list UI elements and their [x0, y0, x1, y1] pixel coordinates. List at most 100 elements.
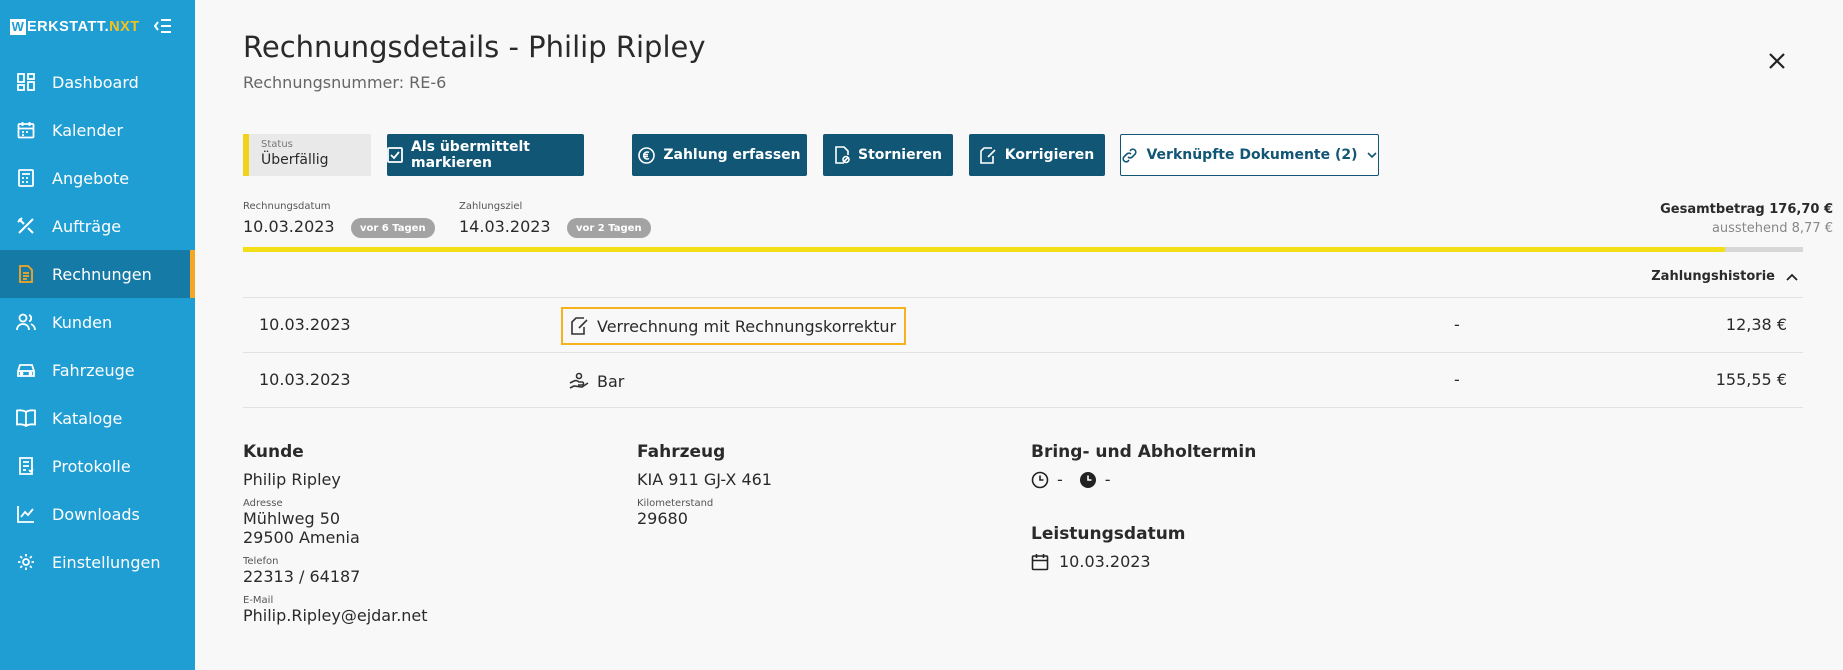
vehicle-section: Fahrzeug KIA 911 GJ-X 461 Kilometerstand… [637, 442, 772, 528]
sidebar-item-kalender[interactable]: Kalender [0, 106, 195, 154]
customer-email: Philip.Ripley@ejdar.net [243, 606, 428, 625]
sidebar-item-fahrzeuge[interactable]: Fahrzeuge [0, 346, 195, 394]
invoice-totals: Gesamtbetrag 176,70 € ausstehend 8,77 € [1660, 202, 1833, 236]
invoice-number: Rechnungsnummer: RE-6 [243, 73, 447, 92]
sidebar-item-label: Angebote [52, 168, 130, 188]
sidebar-item-label: Dashboard [52, 72, 139, 92]
page-title: Rechnungsdetails - Philip Ripley [243, 30, 706, 64]
email-label: E-Mail [243, 595, 274, 606]
payment-method[interactable]: Bar [561, 362, 632, 400]
payment-date: 10.03.2023 [259, 370, 351, 389]
dashboard-icon [16, 72, 36, 92]
vehicle-mileage: 29680 [637, 509, 688, 528]
pickup-time: - [1104, 470, 1111, 489]
sidebar-item-dashboard[interactable]: Dashboard [0, 58, 195, 106]
payment-row: 10.03.2023 Bar - 155,55 € [243, 353, 1803, 408]
chevron-down-icon [1366, 152, 1377, 159]
sidebar-item-kunden[interactable]: Kunden [0, 298, 195, 346]
sidebar-item-auftraege[interactable]: Aufträge [0, 202, 195, 250]
outstanding-amount: ausstehend 8,77 € [1711, 221, 1833, 236]
status-label: Status [261, 139, 293, 150]
sidebar-item-kataloge[interactable]: Kataloge [0, 394, 195, 442]
sidebar-item-downloads[interactable]: Downloads [0, 490, 195, 538]
chart-line-icon [16, 504, 36, 524]
customer-street: Mühlweg 50 [243, 509, 341, 528]
document-cancel-icon [835, 146, 850, 164]
calculator-icon [16, 168, 36, 188]
service-date-section: Leistungsdatum 10.03.2023 [1031, 524, 1186, 571]
tools-icon [16, 216, 36, 236]
logo-mark: W [10, 19, 26, 35]
payment-history-header[interactable]: Zahlungshistorie [243, 262, 1803, 298]
sidebar-item-protokolle[interactable]: Protokolle [0, 442, 195, 490]
calendar-icon [16, 120, 36, 140]
sidebar-item-einstellungen[interactable]: Einstellungen [0, 538, 195, 586]
payment-amount: 12,38 € [1725, 315, 1787, 334]
calendar-icon [1031, 553, 1049, 570]
checkbox-icon [387, 147, 403, 163]
appointment-section: Bring- und Abholtermin - - [1031, 442, 1256, 489]
bring-time: - [1057, 470, 1063, 489]
document-edit-icon [979, 146, 996, 164]
mark-sent-label: Als übermittelt markieren [411, 139, 530, 171]
logo-text: ERKSTATT. [27, 19, 110, 35]
customer-city: 29500 Amenia [243, 528, 360, 547]
sidebar-item-label: Kunden [52, 312, 113, 332]
sidebar-nav: Dashboard Kalender Angebote Aufträge Rec… [0, 58, 195, 586]
document-edit-icon [571, 317, 588, 335]
invoice-date-ago-badge: vor 6 Tagen [351, 218, 435, 238]
mark-sent-button[interactable]: Als übermittelt markieren [387, 134, 584, 176]
clock-outline-icon [1031, 471, 1049, 488]
vehicle-name: KIA 911 GJ-X 461 [637, 470, 772, 489]
sidebar-item-label: Aufträge [52, 216, 122, 236]
main-content: Rechnungsdetails - Philip Ripley Rechnun… [195, 0, 1843, 670]
customer-name: Philip Ripley [243, 470, 341, 489]
total-amount: Gesamtbetrag 176,70 € [1660, 202, 1833, 217]
sidebar-item-label: Downloads [52, 504, 140, 524]
gear-icon [16, 552, 36, 572]
invoice-date: 10.03.2023 [243, 217, 335, 236]
payment-method-label: Bar [597, 371, 625, 391]
payment-method[interactable]: Verrechnung mit Rechnungskorrektur [561, 307, 907, 345]
record-payment-label: Zahlung erfassen [663, 147, 801, 163]
app: W ERKSTATT. NXT Dashboard Kalender Angebot… [0, 0, 1843, 670]
payment-progress-bar [243, 247, 1803, 252]
close-icon[interactable] [1766, 50, 1788, 72]
sidebar-item-label: Kataloge [52, 408, 123, 428]
payment-reference: - [1454, 370, 1460, 389]
payment-date: 10.03.2023 [259, 315, 351, 334]
clock-filled-icon [1079, 471, 1096, 488]
chevron-up-icon[interactable] [1784, 270, 1800, 286]
sidebar-item-rechnungen[interactable]: Rechnungen [0, 250, 195, 298]
correct-label: Korrigieren [1004, 147, 1095, 163]
cancel-invoice-label: Stornieren [858, 147, 942, 163]
customer-heading: Kunde [243, 442, 304, 462]
mileage-label: Kilometerstand [637, 498, 714, 509]
invoice-date-label: Rechnungsdatum [243, 201, 331, 212]
logo[interactable]: W ERKSTATT. NXT [10, 17, 140, 37]
collapse-sidebar-icon[interactable] [152, 16, 174, 36]
correct-button[interactable]: Korrigieren [969, 134, 1105, 176]
sidebar-item-label: Rechnungen [52, 264, 152, 284]
sidebar-item-label: Protokolle [52, 456, 131, 476]
cancel-invoice-button[interactable]: Stornieren [823, 134, 953, 176]
status-value: Überfällig [261, 152, 329, 168]
record-payment-button[interactable]: Zahlung erfassen [632, 134, 807, 176]
linked-documents-button[interactable]: Verknüpfte Dokumente (2) [1120, 134, 1379, 176]
appointment-heading: Bring- und Abholtermin [1031, 442, 1257, 462]
payment-method-label: Verrechnung mit Rechnungskorrektur [597, 316, 897, 336]
due-date-ago-badge: vor 2 Tagen [567, 218, 651, 238]
invoice-icon [16, 264, 36, 284]
customer-section: Kunde Philip Ripley Adresse Mühlweg 50 2… [243, 442, 428, 625]
protocol-icon [16, 456, 36, 476]
link-icon [1122, 147, 1138, 163]
due-date-label: Zahlungsziel [459, 201, 523, 212]
customer-phone: 22313 / 64187 [243, 567, 361, 586]
sidebar-item-angebote[interactable]: Angebote [0, 154, 195, 202]
users-icon [16, 312, 36, 332]
sidebar-item-label: Einstellungen [52, 552, 161, 572]
phone-label: Telefon [243, 556, 279, 567]
service-date: 10.03.2023 [1059, 552, 1151, 571]
logo-accent: NXT [109, 19, 140, 35]
due-date: 14.03.2023 [459, 217, 551, 236]
